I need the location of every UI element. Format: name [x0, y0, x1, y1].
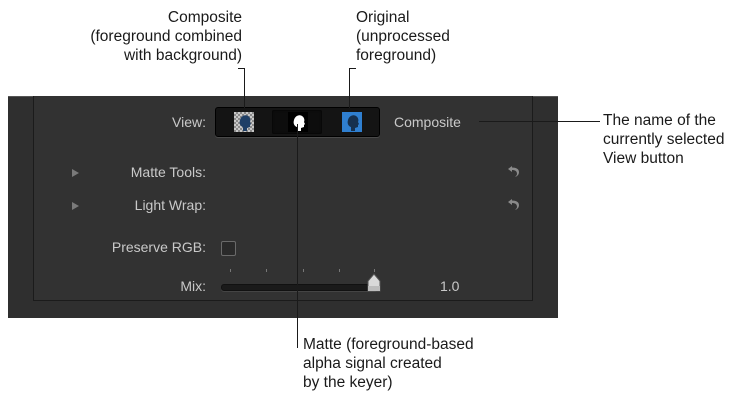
view-composite-button[interactable]: [218, 110, 268, 134]
composite-head-icon: [234, 112, 254, 132]
callout-line: alpha signal created: [303, 355, 442, 372]
leader-line: [349, 68, 356, 69]
leader-line: [349, 68, 350, 108]
callout-line: by the keyer): [303, 374, 393, 391]
callout-line: with background): [123, 47, 242, 64]
view-current-name: Composite: [394, 114, 461, 130]
slider-tick: [266, 269, 267, 272]
mix-value: 1.0: [440, 278, 460, 294]
reset-arrow-icon[interactable]: [506, 196, 522, 212]
leader-line: [297, 124, 298, 348]
light-wrap-label: Light Wrap:: [134, 197, 206, 213]
leader-line: [238, 68, 245, 69]
mix-label: Mix:: [180, 278, 206, 294]
callout-original: Original (unprocessed foreground): [356, 8, 450, 65]
matte-tools-label: Matte Tools:: [130, 164, 206, 180]
callout-line: (foreground combined: [90, 28, 242, 45]
slider-tick: [339, 269, 340, 272]
view-original-button[interactable]: [326, 110, 376, 134]
original-head-icon: [342, 112, 362, 132]
callout-line: foreground): [356, 47, 437, 64]
callout-line: (unprocessed: [356, 28, 450, 45]
disclosure-triangle-icon[interactable]: [72, 169, 79, 177]
callout-line: Composite: [167, 9, 242, 26]
matte-head-icon: [288, 112, 308, 132]
callout-line: View button: [603, 150, 684, 167]
preserve-rgb-label: Preserve RGB:: [111, 239, 206, 255]
disclosure-triangle-icon[interactable]: [72, 202, 79, 210]
slider-tick: [374, 269, 375, 272]
callout-view-name: The name of the currently selected View …: [603, 111, 724, 168]
slider-tick: [230, 269, 231, 272]
callout-matte: Matte (foreground-based alpha signal cre…: [303, 335, 474, 392]
callout-line: Original: [356, 9, 410, 26]
reset-arrow-icon[interactable]: [506, 163, 522, 179]
keyer-inspector-panel: View: Composite Matte Tools: Light Wrap:…: [8, 96, 558, 318]
mix-slider-track[interactable]: [221, 284, 378, 291]
slider-tick: [303, 269, 304, 272]
leader-line: [244, 68, 245, 108]
callout-line: currently selected: [603, 131, 725, 148]
mix-slider-thumb[interactable]: [366, 273, 382, 293]
preserve-rgb-checkbox[interactable]: [221, 241, 236, 256]
callout-line: The name of the: [603, 112, 716, 129]
callout-composite: Composite (foreground combined with back…: [90, 8, 242, 65]
callout-line: Matte (foreground-based: [303, 336, 474, 353]
view-label: View:: [172, 114, 206, 130]
leader-line: [479, 121, 600, 122]
